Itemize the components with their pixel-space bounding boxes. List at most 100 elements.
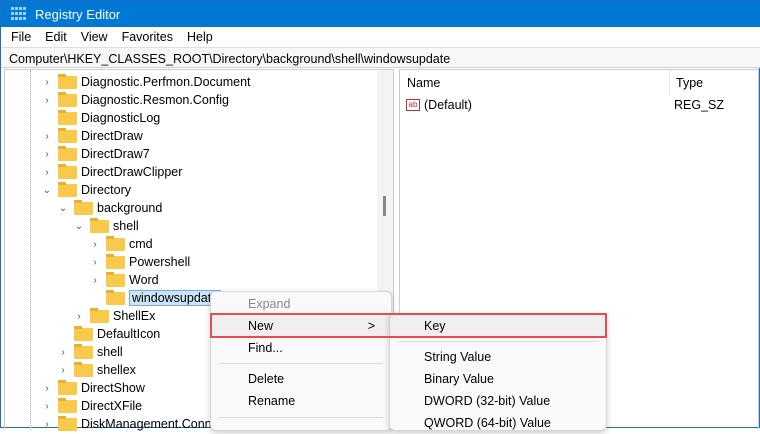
tree-item[interactable]: › Word xyxy=(90,271,159,289)
tree-item-label: Directory xyxy=(81,183,132,197)
chevron-down-icon[interactable]: ⌄ xyxy=(42,185,52,196)
folder-icon xyxy=(58,379,77,395)
menu-item-rename[interactable]: Rename xyxy=(215,390,387,412)
chevron-right-icon[interactable]: › xyxy=(90,275,100,286)
tree-item[interactable]: › shellex xyxy=(58,361,136,379)
chevron-right-icon[interactable]: › xyxy=(42,167,52,178)
folder-icon xyxy=(58,163,77,179)
folder-icon xyxy=(90,217,109,233)
context-menu: Expand New > Find... Delete Rename xyxy=(210,291,392,431)
tree-item-label: shellex xyxy=(97,363,136,377)
menu-view[interactable]: View xyxy=(81,30,108,44)
column-type[interactable]: Type xyxy=(670,76,703,90)
tree-item-label: DirectDraw7 xyxy=(81,147,150,161)
tree-item-label: shell xyxy=(97,345,123,359)
folder-icon xyxy=(58,91,77,107)
chevron-right-icon[interactable]: › xyxy=(90,257,100,268)
tree-item[interactable]: › cmd xyxy=(90,235,153,253)
folder-icon xyxy=(58,127,77,143)
window-title: Registry Editor xyxy=(35,6,121,22)
tree-item[interactable]: › DirectDraw xyxy=(42,127,143,145)
menu-file[interactable]: File xyxy=(11,30,31,44)
chevron-down-icon[interactable]: ⌄ xyxy=(58,203,68,214)
tree-item-label: background xyxy=(97,201,163,215)
menu-edit[interactable]: Edit xyxy=(45,30,67,44)
tree-item[interactable]: ⌄ shell xyxy=(74,217,139,235)
value-name: (Default) xyxy=(424,98,472,112)
chevron-right-icon[interactable]: › xyxy=(42,149,52,160)
chevron-right-icon[interactable]: › xyxy=(42,77,52,88)
chevron-down-icon[interactable]: ⌄ xyxy=(74,221,84,232)
tree-item[interactable]: › shell xyxy=(58,343,123,361)
tree-item-label: DiskManagement.Conne xyxy=(81,417,219,431)
folder-icon xyxy=(74,343,93,359)
tree-item[interactable]: › Diagnostic.Perfmon.Document xyxy=(42,73,251,91)
folder-icon xyxy=(58,415,77,431)
tree-item[interactable]: › DirectShow xyxy=(42,379,145,397)
menu-item-delete[interactable]: Delete xyxy=(215,368,387,390)
tree-item[interactable]: › DirectDraw7 xyxy=(42,145,150,163)
tree-item-label: cmd xyxy=(129,237,153,251)
folder-icon xyxy=(90,307,109,323)
submenu-item-binary-value[interactable]: Binary Value xyxy=(394,368,602,390)
tree-item-label: DirectDraw xyxy=(81,129,143,143)
highlight-box xyxy=(210,313,607,338)
tree-item[interactable]: › Powershell xyxy=(90,253,190,271)
value-row[interactable]: ab (Default) REG_SZ xyxy=(400,96,758,114)
address-bar[interactable]: Computer\HKEY_CLASSES_ROOT\Directory\bac… xyxy=(1,47,760,68)
chevron-right-icon[interactable]: › xyxy=(90,239,100,250)
tree-item[interactable]: › ShellEx xyxy=(74,307,155,325)
scroll-thumb[interactable] xyxy=(383,196,386,216)
submenu-item-string-value[interactable]: String Value xyxy=(394,346,602,368)
menu-item-find[interactable]: Find... xyxy=(215,337,387,359)
tree-item-label: DirectShow xyxy=(81,381,145,395)
folder-icon xyxy=(106,271,125,287)
folder-icon xyxy=(58,397,77,413)
folder-icon xyxy=(58,181,77,197)
submenu-item-dword-value[interactable]: DWORD (32-bit) Value xyxy=(394,390,602,412)
tree-item-label: DirectXFile xyxy=(81,399,143,413)
chevron-right-icon[interactable]: › xyxy=(74,311,84,322)
tree-item-label: Word xyxy=(129,273,159,287)
tree-item-label: ShellEx xyxy=(113,309,156,323)
tree-item[interactable]: › DirectXFile xyxy=(42,397,142,415)
chevron-right-icon[interactable]: › xyxy=(42,131,52,142)
tree-item[interactable]: DefaultIcon xyxy=(58,325,160,343)
folder-icon xyxy=(58,73,77,89)
title-bar: Registry Editor xyxy=(1,1,760,27)
tree-item-label: windowsupdate xyxy=(129,290,222,306)
tree-item[interactable]: › DirectDrawClipper xyxy=(42,163,182,181)
string-value-icon: ab xyxy=(406,99,420,111)
tree-item-label: Diagnostic.Perfmon.Document xyxy=(81,75,251,89)
folder-icon xyxy=(106,235,125,251)
menu-favorites[interactable]: Favorites xyxy=(122,30,173,44)
folder-icon xyxy=(106,253,125,269)
tree-item[interactable]: › DiskManagement.Conne xyxy=(42,415,219,433)
folder-icon xyxy=(74,325,93,341)
menu-help[interactable]: Help xyxy=(187,30,213,44)
separator xyxy=(219,417,383,418)
submenu-item-qword-value[interactable]: QWORD (64-bit) Value xyxy=(394,412,602,434)
separator xyxy=(219,363,383,364)
tree-item-label: Diagnostic.Resmon.Config xyxy=(81,93,229,107)
chevron-right-icon[interactable]: › xyxy=(42,95,52,106)
chevron-right-icon[interactable]: › xyxy=(58,347,68,358)
menu-bar: File Edit View Favorites Help xyxy=(1,27,760,47)
chevron-right-icon[interactable]: › xyxy=(58,365,68,376)
menu-item-expand[interactable]: Expand xyxy=(215,293,387,315)
tree-item[interactable]: ⌄ Directory xyxy=(42,181,131,199)
folder-icon xyxy=(74,361,93,377)
tree-item-label: Powershell xyxy=(129,255,191,269)
chevron-right-icon[interactable]: › xyxy=(42,401,52,412)
tree-item-label: shell xyxy=(113,219,139,233)
tree-item[interactable]: windowsupdate xyxy=(90,289,222,307)
tree-item[interactable]: › Diagnostic.Resmon.Config xyxy=(42,91,229,109)
tree-item[interactable]: ⌄ background xyxy=(58,199,162,217)
tree-item[interactable]: DiagnosticLog xyxy=(42,109,160,127)
folder-icon xyxy=(74,199,93,215)
column-name[interactable]: Name xyxy=(400,70,670,96)
folder-icon xyxy=(106,289,125,305)
tree-item-label: DirectDrawClipper xyxy=(81,165,183,179)
chevron-right-icon[interactable]: › xyxy=(42,383,52,394)
tree-guide xyxy=(30,70,31,430)
